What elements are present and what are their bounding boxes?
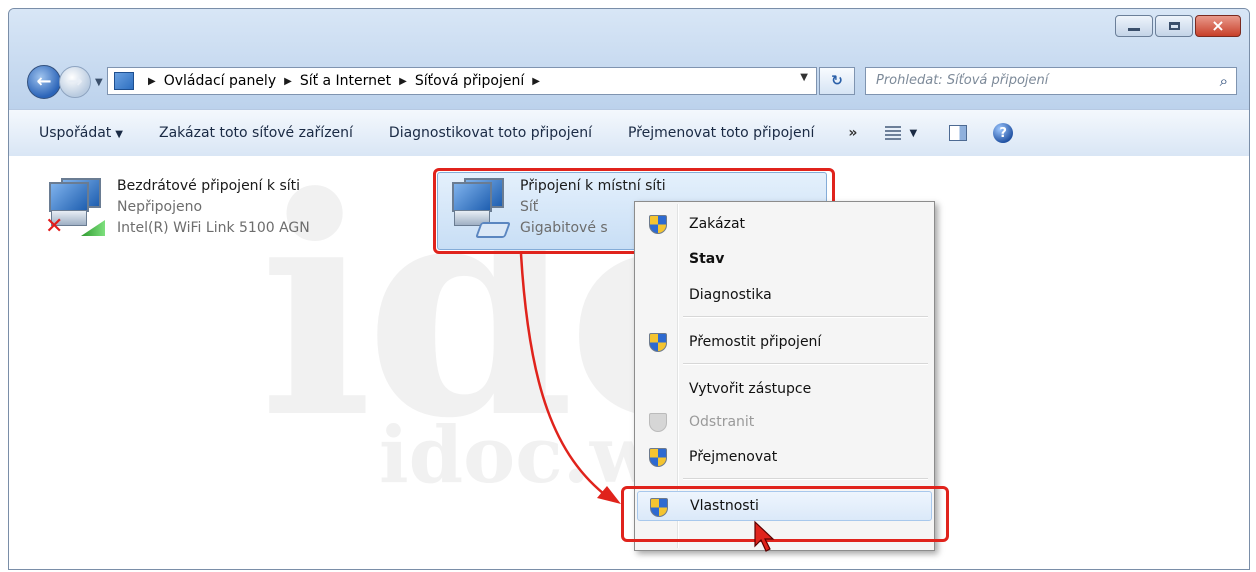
network-computer-icon: ✕ <box>45 176 107 238</box>
menu-item-disable[interactable]: Zakázat <box>637 209 932 239</box>
menu-item-label: Přemostit připojení <box>689 334 822 350</box>
refresh-icon: ↻ <box>831 73 843 89</box>
minimize-icon <box>1128 27 1140 31</box>
connection-item-wireless[interactable]: ✕ Bezdrátové připojení k síti Nepřipojen… <box>45 176 310 239</box>
menu-item-label: Diagnostika <box>689 287 772 303</box>
uac-shield-icon <box>649 413 667 432</box>
chevron-right-icon[interactable]: ▶ <box>532 76 540 87</box>
close-icon: × <box>1211 16 1225 35</box>
organize-label: Uspořádat <box>39 125 112 141</box>
maximize-icon <box>1168 22 1180 30</box>
menu-separator <box>683 363 928 365</box>
uac-shield-icon <box>649 215 667 234</box>
menu-item-label: Odstranit <box>689 414 755 430</box>
breadcrumb-control-panel[interactable]: Ovládací panely <box>164 73 276 89</box>
menu-item-diagnostics[interactable]: Diagnostika <box>637 280 932 310</box>
search-icon[interactable]: ⌕ <box>1220 72 1228 90</box>
connection-device: Intel(R) WiFi Link 5100 AGN <box>117 220 310 236</box>
chevron-down-icon: ▼ <box>115 129 123 140</box>
forward-button[interactable]: → <box>59 66 91 98</box>
address-bar[interactable]: ▶ Ovládací panely ▶ Síť a Internet ▶ Síť… <box>107 67 817 95</box>
refresh-button[interactable]: ↻ <box>819 67 855 95</box>
menu-item-delete: Odstranit <box>637 407 932 437</box>
menu-item-rename[interactable]: Přejmenovat <box>637 442 932 472</box>
title-bar: × ← → ▼ ▶ Ovládací panely ▶ Síť a Intern… <box>9 9 1249 109</box>
navigation-row: ← → ▼ ▶ Ovládací panely ▶ Síť a Internet… <box>9 55 1249 99</box>
menu-item-label: Přejmenovat <box>689 449 778 465</box>
recent-pages-dropdown-icon[interactable]: ▼ <box>95 77 103 88</box>
chevron-right-icon[interactable]: ▶ <box>284 76 292 87</box>
organize-button[interactable]: Uspořádat ▼ <box>39 125 123 141</box>
search-placeholder: Prohledat: Síťová připojení <box>876 73 1049 88</box>
connection-name: Bezdrátové připojení k síti <box>117 178 301 194</box>
disconnected-x-icon: ✕ <box>45 214 64 239</box>
menu-item-label: Zakázat <box>689 216 746 232</box>
menu-item-bridge[interactable]: Přemostit připojení <box>637 327 932 357</box>
menu-separator <box>683 316 928 318</box>
menu-item-label: Stav <box>689 251 725 267</box>
breadcrumb-network-internet[interactable]: Síť a Internet <box>300 73 391 89</box>
search-input[interactable]: Prohledat: Síťová připojení ⌕ <box>865 67 1237 95</box>
menu-item-status[interactable]: Stav <box>637 244 932 274</box>
menu-item-label: Vytvořit zástupce <box>689 381 812 397</box>
breadcrumb-network-connections[interactable]: Síťová připojení <box>415 73 524 89</box>
maximize-button[interactable] <box>1155 15 1193 37</box>
chevron-right-icon[interactable]: ▶ <box>148 76 156 87</box>
mouse-cursor-icon <box>754 520 775 552</box>
control-panel-icon <box>114 72 134 90</box>
forward-arrow-icon: → <box>67 71 83 92</box>
preview-pane-button[interactable] <box>949 125 968 141</box>
back-button[interactable]: ← <box>27 65 61 99</box>
close-button[interactable]: × <box>1195 15 1241 37</box>
back-arrow-icon: ← <box>36 71 52 92</box>
window-controls: × <box>1113 15 1241 37</box>
help-button[interactable]: ? <box>993 123 1014 143</box>
connection-status: Nepřipojeno <box>117 199 203 215</box>
explorer-window: × ← → ▼ ▶ Ovládací panely ▶ Síť a Intern… <box>8 8 1250 570</box>
chevron-right-icon[interactable]: ▶ <box>399 76 407 87</box>
address-dropdown-icon[interactable]: ▼ <box>800 72 808 83</box>
connections-list: idoc idoc.web.cz ✕ Bezdrátové připojení … <box>9 156 1249 569</box>
uac-shield-icon <box>649 448 667 467</box>
menu-separator <box>683 478 928 480</box>
monitor-icon <box>49 182 89 212</box>
uac-shield-icon <box>649 333 667 352</box>
help-icon: ? <box>999 125 1007 141</box>
menu-item-create-shortcut[interactable]: Vytvořit zástupce <box>637 374 932 404</box>
minimize-button[interactable] <box>1115 15 1153 37</box>
annotation-highlight-properties <box>621 486 949 542</box>
